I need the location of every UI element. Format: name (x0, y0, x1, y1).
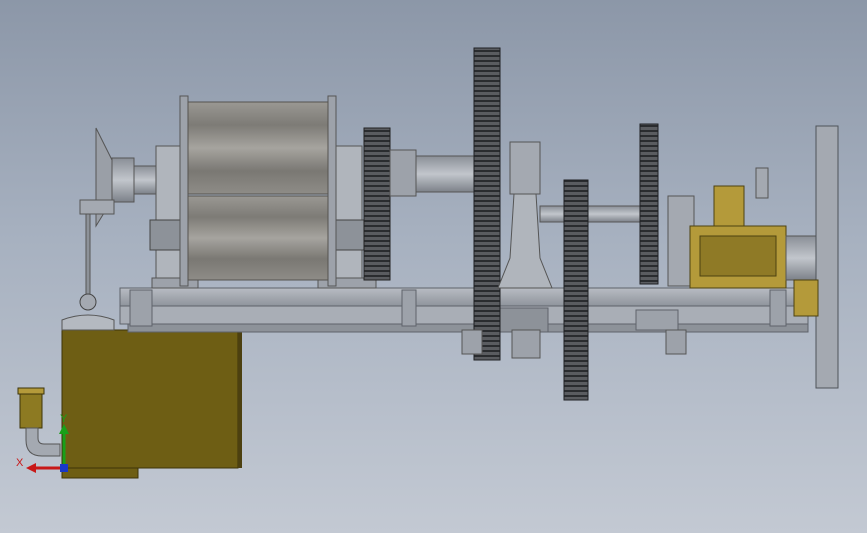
elbow-pipe-fitting[interactable] (17, 387, 61, 457)
flywheel-disc[interactable] (785, 125, 839, 389)
machine-assembly-model[interactable] (0, 0, 867, 533)
cad-3d-viewport[interactable]: X Y (0, 0, 867, 533)
large-spur-gear[interactable] (473, 47, 501, 361)
axis-label-x: X (16, 457, 24, 469)
upper-drive-shaft[interactable] (389, 149, 477, 197)
main-drum[interactable] (187, 101, 329, 281)
spur-gear-2[interactable] (563, 179, 589, 401)
spur-gear-3[interactable] (639, 123, 659, 285)
axis-label-y: Y (60, 413, 68, 425)
gearbox-housing[interactable] (667, 167, 787, 289)
spur-gear-1[interactable] (363, 127, 391, 281)
intermediate-shaft[interactable] (539, 205, 641, 223)
bronze-base-housing[interactable] (61, 329, 242, 479)
main-frame[interactable] (119, 287, 809, 333)
